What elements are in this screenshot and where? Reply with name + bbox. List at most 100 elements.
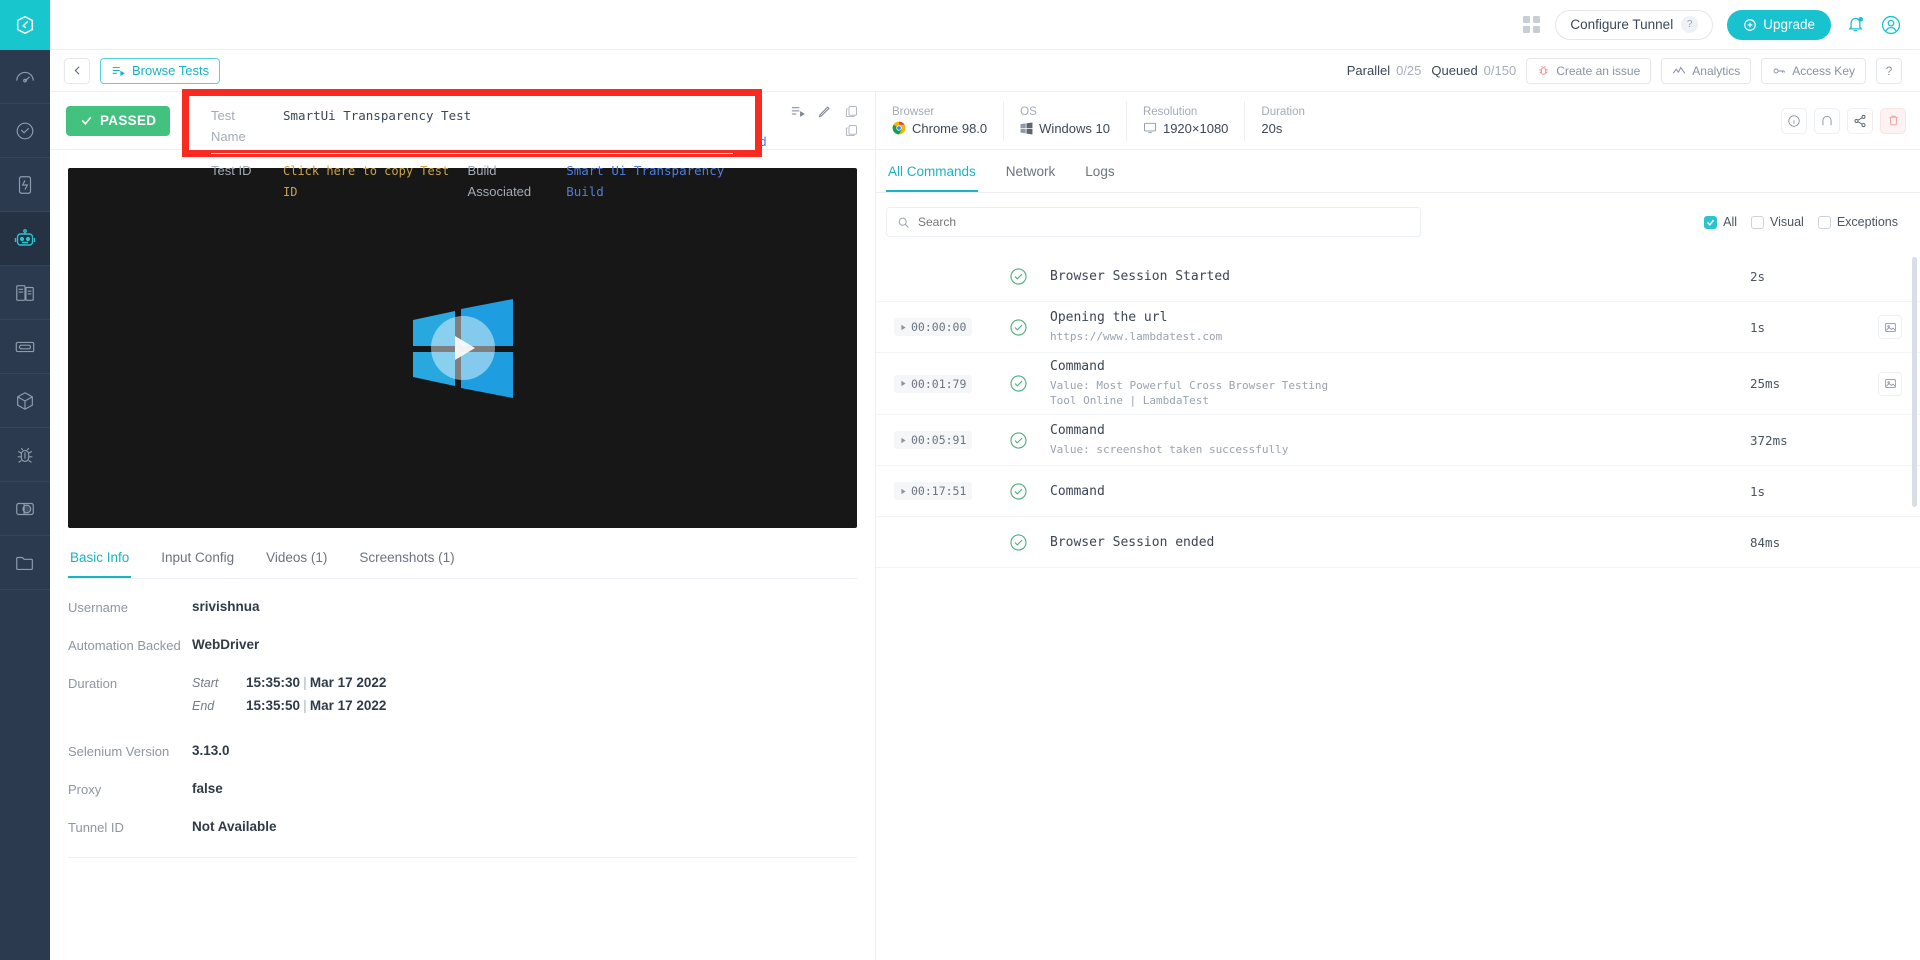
annotated-build-associated-link[interactable]: Smart Ui Transparency Build: [566, 160, 755, 202]
create-issue-label: Create an issue: [1556, 64, 1640, 78]
tab-network[interactable]: Network: [1004, 164, 1058, 192]
checkbox-exceptions[interactable]: [1818, 216, 1831, 229]
checkbox-all[interactable]: [1704, 216, 1717, 229]
app-logo[interactable]: [0, 0, 50, 50]
sidebar-item-smartui[interactable]: [0, 158, 50, 212]
table-row[interactable]: 00:17:51 Command 1s: [876, 466, 1920, 517]
share-button[interactable]: [1847, 108, 1873, 134]
back-button[interactable]: [64, 58, 90, 84]
filter-visual[interactable]: Visual: [1751, 215, 1804, 229]
tab-videos[interactable]: Videos (1): [264, 550, 329, 578]
search-input[interactable]: [918, 215, 1410, 229]
table-row[interactable]: 00:00:00 Opening the url https://www.lam…: [876, 302, 1920, 353]
user-circle-icon[interactable]: [1880, 14, 1902, 36]
tab-basic-info[interactable]: Basic Info: [68, 550, 131, 578]
command-status-cell: [986, 374, 1050, 393]
end-time: 15:35:50: [246, 698, 300, 713]
key-icon: [1772, 64, 1786, 78]
command-time-chip[interactable]: 00:17:51: [894, 482, 972, 500]
command-main-cell: Browser Session Started: [1050, 269, 1750, 284]
check-circle-icon: [1009, 374, 1028, 393]
command-time-chip[interactable]: 00:01:79: [894, 375, 972, 393]
filter-exceptions[interactable]: Exceptions: [1818, 215, 1898, 229]
tunnel-help-icon[interactable]: ?: [1681, 16, 1698, 33]
sidebar-item-automation[interactable]: [0, 212, 50, 266]
check-circle-icon: [1009, 482, 1028, 501]
content-body: PASSED Test Name SmartUi Transparency Te…: [50, 92, 1920, 960]
filter-all[interactable]: All: [1704, 215, 1737, 229]
table-row[interactable]: Browser Session Started 2s: [876, 251, 1920, 302]
test-detail-pane: PASSED Test Name SmartUi Transparency Te…: [50, 92, 876, 960]
tab-screenshots[interactable]: Screenshots (1): [357, 550, 456, 578]
delete-button[interactable]: [1880, 108, 1906, 134]
command-duration: 25ms: [1750, 376, 1860, 391]
list-play-icon[interactable]: [790, 104, 805, 119]
pencil-edit-icon[interactable]: [817, 104, 832, 119]
analytics-button[interactable]: Analytics: [1661, 58, 1751, 84]
command-filter-row: All Visual Exceptions: [876, 193, 1920, 251]
queued-stat: Queued 0/150: [1431, 63, 1516, 78]
check-circle-icon: [1009, 318, 1028, 337]
windows-icon: [1020, 122, 1033, 135]
access-key-label: Access Key: [1792, 64, 1855, 78]
annotated-test-name-value: SmartUi Transparency Test: [283, 105, 471, 126]
screenshot-thumbnail-button[interactable]: [1878, 372, 1902, 396]
command-title: Command: [1050, 484, 1730, 499]
create-issue-button[interactable]: Create an issue: [1526, 58, 1651, 84]
tunnel-id-value: Not Available: [192, 819, 277, 834]
table-row[interactable]: 00:05:91 Command Value: screenshot taken…: [876, 415, 1920, 466]
command-time-chip[interactable]: 00:05:91: [894, 431, 972, 449]
sidebar-item-realtime[interactable]: [0, 104, 50, 158]
configure-tunnel-button[interactable]: Configure Tunnel ?: [1555, 10, 1713, 40]
sidebar-item-issue-tracker[interactable]: [0, 428, 50, 482]
tab-input-config[interactable]: Input Config: [159, 550, 236, 578]
command-time: 00:00:00: [911, 320, 966, 334]
search-box[interactable]: [886, 207, 1421, 237]
access-key-button[interactable]: Access Key: [1761, 58, 1866, 84]
tab-logs[interactable]: Logs: [1083, 164, 1116, 192]
command-title: Browser Session ended: [1050, 535, 1730, 550]
detail-row-automation-backed: Automation Backed WebDriver: [68, 637, 857, 653]
sidebar-item-app-automation[interactable]: [0, 374, 50, 428]
parallel-value: 0/25: [1396, 63, 1421, 78]
command-thumb-cell: [1860, 372, 1920, 396]
command-main-cell: Command Value: Most Powerful Cross Brows…: [1050, 359, 1750, 408]
sidebar-item-screenshots[interactable]: [0, 320, 50, 374]
environment-strip: Browser Chrome 98.0: [876, 92, 1920, 150]
trash-icon: [1887, 114, 1900, 127]
tab-all-commands[interactable]: All Commands: [886, 164, 978, 192]
table-row[interactable]: 00:01:79 Command Value: Most Powerful Cr…: [876, 353, 1920, 415]
command-time-chip[interactable]: 00:00:00: [894, 318, 972, 336]
sidebar-item-dashboard[interactable]: [0, 50, 50, 104]
screenshot-thumbnail-button[interactable]: [1878, 315, 1902, 339]
checkbox-visual[interactable]: [1751, 216, 1764, 229]
bell-icon[interactable]: [1845, 14, 1866, 35]
copy-icon[interactable]: [844, 104, 859, 119]
browse-tests-button[interactable]: Browse Tests: [100, 58, 220, 84]
selenium-version-label: Selenium Version: [68, 743, 192, 759]
annotated-copy-test-id-button[interactable]: Click here to copy Test ID: [283, 161, 458, 203]
parallel-stat: Parallel 0/25: [1347, 63, 1422, 78]
os-value: Windows 10: [1039, 121, 1110, 136]
apps-grid-icon[interactable]: [1523, 16, 1541, 33]
detail-row-duration: Duration Start 15:35:30|Mar 17 2022 End …: [68, 675, 857, 721]
info-button[interactable]: [1781, 108, 1807, 134]
table-row[interactable]: Browser Session ended 84ms: [876, 517, 1920, 568]
check-icon: [80, 114, 93, 127]
arch-button[interactable]: [1814, 108, 1840, 134]
sidebar-item-projects[interactable]: [0, 536, 50, 590]
os-cell: OS Windows 10: [1004, 101, 1127, 141]
copy-icon[interactable]: [844, 123, 859, 138]
help-button[interactable]: ?: [1876, 58, 1902, 84]
commands-pane: Browser Chrome 98.0: [876, 92, 1920, 960]
upgrade-button[interactable]: Upgrade: [1727, 10, 1831, 40]
username-label: Username: [68, 599, 192, 615]
sidebar-item-builds[interactable]: [0, 266, 50, 320]
play-icon[interactable]: [431, 316, 495, 380]
caret-right-icon: [900, 437, 907, 444]
duration-env-label: Duration: [1261, 106, 1304, 118]
video-player[interactable]: [68, 168, 857, 528]
monitor-icon: [1143, 121, 1157, 135]
sidebar-item-visual-regression[interactable]: [0, 482, 50, 536]
command-list-scrollbar[interactable]: [1912, 257, 1917, 507]
